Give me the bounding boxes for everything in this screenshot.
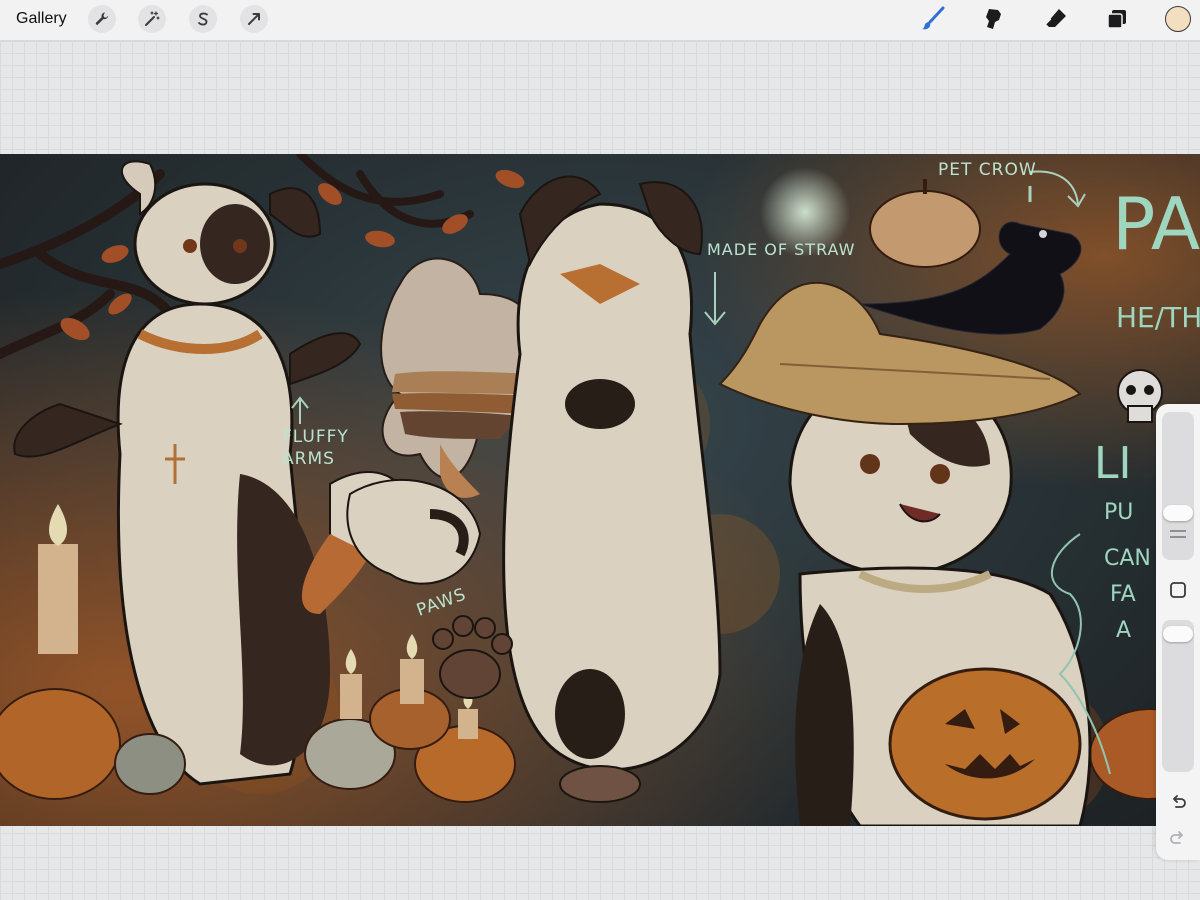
brush-size-thumb[interactable]: [1163, 505, 1193, 521]
like-item-3: FA: [1110, 582, 1136, 607]
likes-heading-partial: LI: [1094, 438, 1132, 489]
annotation-fluffy-line2: ARMS: [282, 449, 335, 469]
smudge-tool-button[interactable]: [979, 4, 1009, 34]
slider-grip-line: [1170, 530, 1186, 532]
wrench-icon: [95, 12, 109, 25]
annotation-pet-crow: PET CROW: [938, 160, 1037, 180]
annotation-made-of-straw: MADE OF STRAW: [707, 240, 856, 259]
pronouns-partial: HE/TH: [1116, 301, 1200, 334]
magic-wand-icon: [145, 11, 160, 26]
redo-button[interactable]: [1164, 824, 1192, 852]
slider-grip-line: [1170, 536, 1186, 538]
brush-icon: [922, 6, 945, 30]
like-item-1: PU: [1104, 500, 1134, 525]
layers-button[interactable]: [1102, 4, 1132, 34]
selection-button[interactable]: [189, 5, 217, 33]
brush-tool-button[interactable]: [918, 4, 948, 34]
eraser-icon: [1045, 9, 1066, 27]
adjustments-button[interactable]: [138, 5, 166, 33]
transform-arrow-icon: [248, 13, 260, 25]
redo-icon: [1170, 831, 1183, 844]
modify-button[interactable]: [1164, 576, 1192, 604]
top-toolbar: Gallery: [0, 0, 1200, 41]
opacity-slider[interactable]: [1162, 620, 1194, 772]
layers-icon: [1107, 10, 1126, 29]
annotation-fluffy-line1: FLUFFY: [282, 427, 349, 447]
smudge-icon: [986, 9, 1001, 29]
transform-button[interactable]: [240, 5, 268, 33]
gallery-button[interactable]: Gallery: [16, 10, 67, 28]
undo-button[interactable]: [1164, 788, 1192, 816]
artwork-canvas[interactable]: PET CROW MADE OF STRAW FLUFFY ARMS PAWS …: [0, 154, 1200, 826]
like-item-2: CAN: [1104, 546, 1151, 571]
like-item-4: A: [1116, 618, 1132, 643]
color-picker-swatch[interactable]: [1165, 6, 1191, 32]
character-name-partial: PA: [1112, 182, 1200, 266]
square-modify-icon: [1170, 582, 1186, 598]
reference-sheet-illustration: [0, 154, 1200, 826]
actions-wrench-button[interactable]: [88, 5, 116, 33]
undo-icon: [1173, 795, 1186, 808]
opacity-thumb[interactable]: [1163, 626, 1193, 642]
eraser-tool-button[interactable]: [1041, 4, 1071, 34]
selection-s-icon: [198, 12, 208, 26]
